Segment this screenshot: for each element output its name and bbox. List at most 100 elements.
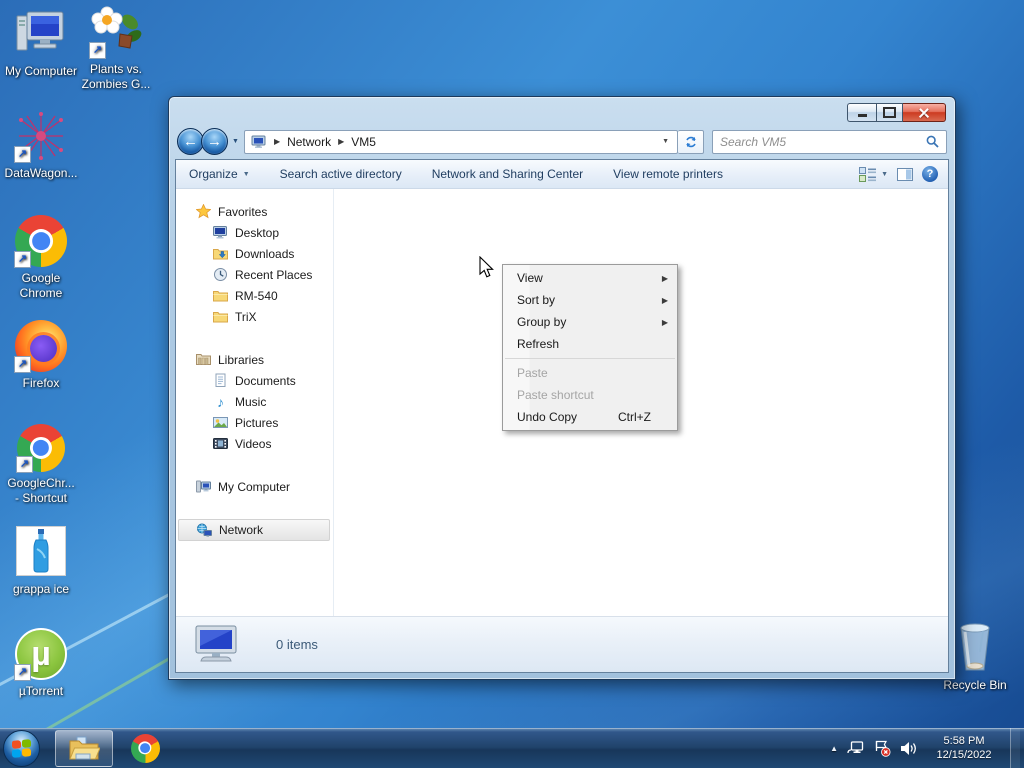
desktop-icon-label: Recycle Bin [943, 678, 1007, 692]
plants-vs-zombies-icon: ↗ [89, 6, 142, 59]
nav-item-pictures[interactable]: Pictures [176, 412, 333, 433]
minimize-button[interactable] [847, 103, 876, 122]
desktop-icon-chrome-shortcut[interactable]: ↗ GoogleChr... - Shortcut [0, 424, 84, 506]
desktop-icon-label: Plants vs. [89, 62, 143, 76]
desktop-icon-label: µTorrent [18, 684, 64, 698]
window-controls [847, 103, 946, 122]
breadcrumb[interactable]: ▶ Network ▶ VM5 ▼ [243, 129, 678, 154]
folder-icon [213, 288, 228, 303]
desktop-icon-grappa-ice[interactable]: grappa ice [0, 526, 84, 597]
preview-pane-icon [897, 167, 913, 181]
details-pane: 0 items [176, 616, 948, 672]
nav-item-videos[interactable]: Videos [176, 433, 333, 454]
shortcut-arrow-icon: ↗ [14, 251, 31, 268]
menu-item-group-by[interactable]: Group by ▶ [503, 311, 677, 333]
desktop-icon-label: Chrome [19, 286, 63, 300]
nav-item-music[interactable]: ♪ Music [176, 391, 333, 412]
grappa-ice-icon [15, 526, 67, 578]
nav-item-downloads[interactable]: Downloads [176, 243, 333, 264]
back-button[interactable]: ← [177, 128, 204, 155]
item-count: 0 items [276, 637, 318, 652]
address-bar: ← → ▼ ▶ Network ▶ VM5 ▼ Search VM5 [177, 128, 947, 155]
desktop-icon-my-computer[interactable]: My Computer [0, 8, 84, 79]
menu-item-sort-by[interactable]: Sort by ▶ [503, 289, 677, 311]
submenu-arrow-icon: ▶ [661, 273, 668, 283]
desktop-icon-firefox[interactable]: ↗ Firefox [0, 320, 84, 391]
submenu-arrow-icon: ▶ [661, 317, 668, 327]
downloads-folder-icon [213, 246, 228, 261]
network-sharing-center-button[interactable]: Network and Sharing Center [432, 167, 583, 181]
shortcut-arrow-icon: ↗ [14, 356, 31, 373]
desktop-icon-datawagon[interactable]: ↗ DataWagon... [0, 110, 84, 181]
chevron-down-icon: ▼ [242, 170, 250, 178]
breadcrumb-current[interactable]: VM5 [351, 135, 376, 149]
start-button[interactable] [3, 729, 40, 767]
document-icon [213, 373, 228, 388]
nav-item-rm-540[interactable]: RM-540 [176, 285, 333, 306]
chrome-icon: ↗ [14, 215, 67, 268]
network-tray-icon[interactable] [847, 740, 865, 756]
firefox-icon: ↗ [14, 320, 67, 373]
breadcrumb-root[interactable]: Network [287, 135, 331, 149]
views-icon [859, 166, 877, 182]
recent-places-icon [213, 267, 228, 282]
address-dropdown-icon[interactable]: ▼ [662, 138, 671, 145]
desktop-icon-plants-vs-zombies[interactable]: ↗ Plants vs. Zombies G... [73, 6, 159, 92]
taskbar-chrome-button[interactable] [123, 730, 167, 767]
nav-section-my-computer[interactable]: My Computer [176, 476, 333, 497]
chrome-icon [130, 733, 160, 763]
menu-item-paste: Paste [517, 366, 548, 380]
picture-icon [213, 415, 228, 430]
location-icon [251, 135, 266, 148]
nav-section-favorites[interactable]: Favorites [176, 201, 333, 222]
preview-pane-button[interactable] [897, 167, 913, 181]
desktop-icon-google-chrome[interactable]: ↗ Google Chrome [0, 215, 84, 301]
shortcut-arrow-icon: ↗ [16, 456, 33, 473]
taskbar-clock[interactable]: 5:58 PM 12/15/2022 [927, 734, 1001, 762]
desktop-icon-utorrent[interactable]: µ ↗ µTorrent [0, 628, 84, 699]
nav-item-trix[interactable]: TriX [176, 306, 333, 327]
menu-separator [505, 358, 675, 359]
search-box[interactable]: Search VM5 [712, 129, 947, 154]
help-button[interactable]: ? [922, 166, 938, 182]
network-computer-icon [195, 625, 237, 661]
mouse-cursor [479, 255, 498, 285]
command-toolbar: Organize ▼ Search active directory Networ… [176, 160, 948, 189]
refresh-button[interactable] [678, 129, 704, 154]
desktop: My Computer ↗ Plants vs. Zombies G... ↗ … [0, 0, 1024, 768]
views-button[interactable]: ▼ [859, 166, 888, 182]
view-remote-printers-button[interactable]: View remote printers [613, 167, 723, 181]
action-center-flag-icon[interactable] [874, 740, 891, 757]
show-desktop-button[interactable] [1010, 728, 1020, 768]
submenu-arrow-icon: ▶ [661, 295, 668, 305]
nav-item-documents[interactable]: Documents [176, 370, 333, 391]
my-computer-icon [15, 8, 67, 60]
utorrent-icon: µ ↗ [14, 628, 67, 681]
search-active-directory-button[interactable]: Search active directory [280, 167, 402, 181]
show-hidden-icons-button[interactable]: ▲ [830, 744, 838, 753]
desktop-monitor-icon [213, 225, 228, 240]
breadcrumb-arrow-icon: ▶ [338, 137, 345, 146]
shortcut-arrow-icon: ↗ [14, 664, 31, 681]
chevron-down-icon: ▼ [881, 170, 888, 178]
libraries-icon [196, 352, 211, 367]
menu-item-undo-copy[interactable]: Undo Copy Ctrl+Z [503, 406, 677, 428]
nav-item-recent-places[interactable]: Recent Places [176, 264, 333, 285]
shortcut-arrow-icon: ↗ [89, 42, 106, 59]
desktop-icon-label: DataWagon... [4, 166, 78, 180]
nav-section-network[interactable]: Network [178, 519, 330, 541]
nav-item-desktop[interactable]: Desktop [176, 222, 333, 243]
taskbar-explorer-button[interactable] [55, 729, 113, 767]
forward-button[interactable]: → [201, 128, 228, 155]
organize-menu[interactable]: Organize ▼ [189, 167, 250, 181]
desktop-icon-label: My Computer [4, 64, 78, 78]
nav-section-libraries[interactable]: Libraries [176, 349, 333, 370]
menu-item-view[interactable]: View ▶ [503, 267, 677, 289]
recycle-bin-icon [949, 622, 1001, 674]
history-dropdown-icon[interactable]: ▼ [232, 138, 239, 145]
refresh-icon [685, 136, 696, 147]
volume-icon[interactable] [900, 741, 918, 756]
maximize-button[interactable] [876, 103, 903, 122]
menu-item-refresh[interactable]: Refresh [503, 333, 677, 355]
close-button[interactable] [903, 103, 946, 122]
